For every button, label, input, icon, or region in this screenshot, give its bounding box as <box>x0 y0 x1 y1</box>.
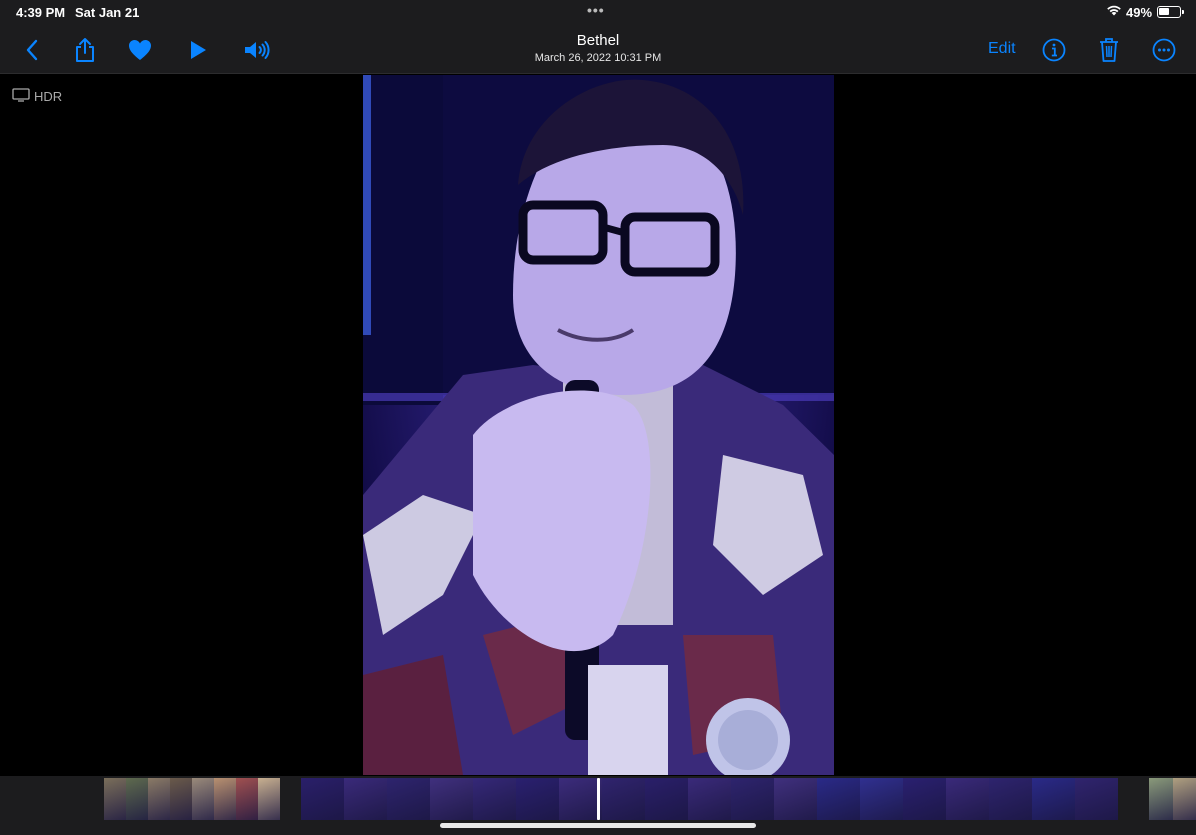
filmstrip-thumbnail[interactable] <box>1149 778 1173 820</box>
filmstrip-thumbnail[interactable] <box>301 778 344 820</box>
photo-timestamp: March 26, 2022 10:31 PM <box>534 52 662 64</box>
filmstrip-thumbnail[interactable] <box>430 778 473 820</box>
filmstrip-thumbnail[interactable] <box>817 778 860 820</box>
filmstrip-thumbnail[interactable] <box>473 778 516 820</box>
filmstrip-thumbnail[interactable] <box>860 778 903 820</box>
share-icon[interactable] <box>71 36 99 64</box>
filmstrip-thumbnail[interactable] <box>516 778 559 820</box>
status-bar: 4:39 PM Sat Jan 21 ••• 49% <box>0 0 1196 24</box>
play-icon[interactable] <box>184 36 212 64</box>
filmstrip-thumbnail[interactable] <box>192 778 214 820</box>
filmstrip-thumbnail[interactable] <box>236 778 258 820</box>
display-icon <box>12 88 30 105</box>
filmstrip-current-marker[interactable] <box>597 778 600 820</box>
filmstrip-thumbnail[interactable] <box>688 778 731 820</box>
filmstrip-thumbnail[interactable] <box>602 778 645 820</box>
filmstrip-thumbnail[interactable] <box>1173 778 1196 820</box>
filmstrip-thumbnail[interactable] <box>645 778 688 820</box>
trash-icon[interactable] <box>1095 36 1123 64</box>
edit-button[interactable]: Edit <box>988 40 1016 58</box>
status-time: 4:39 PM <box>16 5 66 20</box>
photo-toolbar: Bethel March 26, 2022 10:31 PM Edit <box>0 24 1196 74</box>
filmstrip-thumbnail[interactable] <box>148 778 170 820</box>
more-ellipsis-icon[interactable] <box>1150 36 1178 64</box>
filmstrip-thumbnail[interactable] <box>344 778 387 820</box>
photo-illustration <box>363 75 834 775</box>
main-photo[interactable] <box>363 75 834 775</box>
filmstrip-thumbnail[interactable] <box>1075 778 1118 820</box>
filmstrip-thumbnail[interactable] <box>731 778 774 820</box>
filmstrip-thumbnail[interactable] <box>258 778 280 820</box>
battery-fill <box>1159 8 1169 15</box>
back-chevron-icon[interactable] <box>18 36 46 64</box>
wifi-icon <box>1106 4 1122 19</box>
filmstrip-thumbnail[interactable] <box>989 778 1032 820</box>
filmstrip-thumbnail[interactable] <box>214 778 236 820</box>
filmstrip-thumbnail[interactable] <box>903 778 946 820</box>
status-date: Sat Jan 21 <box>75 5 140 20</box>
photo-title: Bethel <box>576 32 620 49</box>
filmstrip-thumbnail[interactable] <box>170 778 192 820</box>
hdr-label: HDR <box>34 89 63 104</box>
info-icon[interactable] <box>1040 36 1068 64</box>
filmstrip-thumbnail[interactable] <box>104 778 126 820</box>
filmstrip-thumbnail[interactable] <box>1032 778 1075 820</box>
speaker-icon[interactable] <box>243 36 271 64</box>
filmstrip-thumbnail[interactable] <box>559 778 602 820</box>
filmstrip-thumbnail[interactable] <box>126 778 148 820</box>
filmstrip-thumbnail[interactable] <box>946 778 989 820</box>
hdr-badge: HDR <box>12 88 62 105</box>
filmstrip-thumbnail[interactable] <box>387 778 430 820</box>
home-indicator[interactable] <box>440 823 756 828</box>
battery-icon <box>1157 6 1184 18</box>
favorite-heart-icon[interactable] <box>126 36 154 64</box>
filmstrip-thumbnail[interactable] <box>774 778 817 820</box>
battery-percent: 49% <box>1126 5 1153 20</box>
multitasking-dots[interactable]: ••• <box>587 2 605 18</box>
photo-title-block[interactable]: Bethel March 26, 2022 10:31 PM <box>448 32 748 64</box>
